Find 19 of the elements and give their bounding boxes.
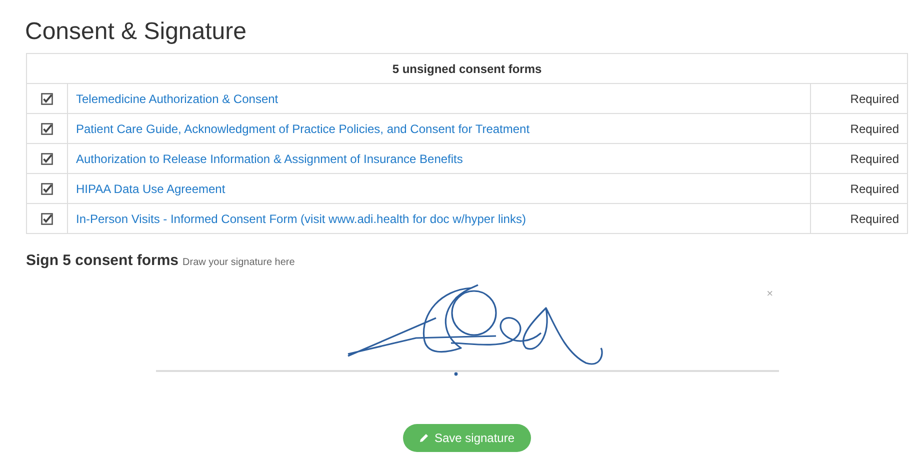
- save-signature-button[interactable]: Save signature: [403, 424, 531, 452]
- checkbox[interactable]: [41, 152, 53, 164]
- status-cell: Required: [810, 84, 908, 114]
- table-header: 5 unsigned consent forms: [26, 54, 908, 84]
- status-cell: Required: [810, 174, 908, 204]
- status-cell: Required: [810, 144, 908, 174]
- page-title: Consent & Signature: [25, 18, 248, 46]
- clear-button[interactable]: ×: [766, 288, 773, 300]
- checkbox[interactable]: [41, 122, 53, 134]
- status-cell: Required: [810, 114, 908, 144]
- checkbox[interactable]: [41, 182, 53, 194]
- form-link[interactable]: Telemedicine Authorization & Consent: [76, 92, 278, 106]
- checkbox[interactable]: [41, 212, 53, 224]
- form-link[interactable]: HIPAA Data Use Agreement: [76, 182, 226, 196]
- sign-heading: Sign 5 consent forms: [26, 252, 179, 269]
- checkbox[interactable]: [41, 92, 53, 104]
- signature-hint: Draw your signature here: [182, 257, 295, 268]
- pencil-icon: [419, 433, 430, 443]
- status-cell: Required: [810, 204, 908, 234]
